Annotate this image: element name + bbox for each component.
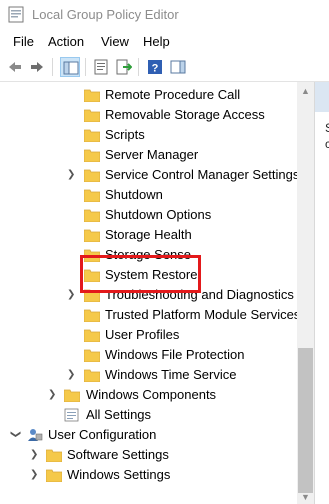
chevron-right-icon[interactable]: ❯ — [67, 289, 77, 301]
forward-button[interactable] — [27, 57, 47, 77]
show-hide-tree-icon — [63, 61, 79, 75]
help-icon: ? — [148, 60, 162, 75]
tree-item-label: Server Manager — [105, 147, 199, 162]
tree-item-label: Trusted Platform Module Services — [105, 307, 297, 322]
chevron-right-icon[interactable]: ❯ — [48, 389, 58, 401]
folder-icon — [84, 209, 100, 222]
chevron-down-icon[interactable]: ❯ — [9, 430, 21, 440]
tree-item-label: Software Settings — [67, 447, 169, 462]
tree-item-label: Windows Settings — [67, 467, 171, 482]
folder-icon — [84, 329, 100, 342]
folder-icon — [64, 389, 80, 402]
folder-icon — [84, 369, 100, 382]
user-configuration-icon — [28, 429, 43, 441]
tree-item-all-settings[interactable]: All Settings — [0, 405, 297, 425]
tree-item-storage-health[interactable]: Storage Health — [0, 225, 297, 245]
tree-item-windows-time-service[interactable]: ❯ Windows Time Service — [0, 365, 297, 385]
properties-icon — [94, 59, 108, 75]
menu-file[interactable]: File — [13, 34, 34, 49]
tree-item-software-settings[interactable]: ❯ Software Settings — [0, 445, 297, 465]
toolbar: ? — [0, 53, 329, 82]
title-bar: Local Group Policy Editor — [0, 0, 329, 30]
group-policy-app-icon — [8, 6, 24, 23]
show-hide-action-pane-icon — [170, 60, 186, 74]
folder-icon — [46, 469, 62, 482]
menu-action[interactable]: Action — [48, 34, 84, 49]
export-list-icon — [116, 59, 132, 75]
export-list-button[interactable] — [114, 57, 134, 77]
folder-icon — [46, 449, 62, 462]
tree-vertical-scrollbar[interactable]: ▲ ▼ — [297, 82, 314, 504]
scroll-down-icon[interactable]: ▼ — [300, 492, 311, 502]
tree-item-label: Service Control Manager Settings — [105, 167, 297, 182]
tree-item-trusted-platform-module-services[interactable]: Trusted Platform Module Services — [0, 305, 297, 325]
toolbar-separator — [85, 58, 86, 76]
tree-item-shutdown[interactable]: Shutdown — [0, 185, 297, 205]
scroll-thumb[interactable] — [298, 348, 313, 493]
tree-item-server-manager[interactable]: Server Manager — [0, 145, 297, 165]
details-pane-text: S c — [325, 120, 329, 152]
chevron-right-icon[interactable]: ❯ — [67, 369, 77, 381]
tree-item-scripts[interactable]: Scripts — [0, 125, 297, 145]
show-hide-tree-button[interactable] — [60, 57, 80, 77]
tree-item-label: Removable Storage Access — [105, 107, 265, 122]
tree-item-label: Scripts — [105, 127, 145, 142]
folder-icon — [84, 169, 100, 182]
tree-item-shutdown-options[interactable]: Shutdown Options — [0, 205, 297, 225]
tree-item-label: User Profiles — [105, 327, 180, 342]
tree-item-label: User Configuration — [48, 427, 157, 442]
folder-icon — [84, 309, 100, 322]
tree-item-windows-file-protection[interactable]: Windows File Protection — [0, 345, 297, 365]
tree-item-label: Windows File Protection — [105, 347, 245, 362]
details-pane: S c — [314, 82, 329, 504]
window-title: Local Group Policy Editor — [32, 7, 179, 22]
tree-item-windows-components[interactable]: ❯ Windows Components — [0, 385, 297, 405]
tree-item-service-control-manager-settings[interactable]: ❯ Service Control Manager Settings — [0, 165, 297, 185]
properties-button[interactable] — [91, 57, 111, 77]
toolbar-separator — [52, 58, 53, 76]
folder-icon — [84, 89, 100, 102]
menu-bar: File Action View Help — [0, 31, 329, 53]
tree-item-label: Shutdown — [105, 187, 163, 202]
show-hide-action-pane-button[interactable] — [168, 57, 188, 77]
tree-item-label: All Settings — [86, 407, 152, 422]
back-icon — [9, 62, 21, 72]
folder-icon — [84, 349, 100, 362]
folder-icon — [84, 149, 100, 162]
tree-item-windows-settings[interactable]: ❯ Windows Settings — [0, 465, 297, 485]
svg-text:?: ? — [152, 63, 159, 75]
tree-item-label: Storage Health — [105, 227, 192, 242]
toolbar-separator — [138, 58, 139, 76]
tree-item-remote-procedure-call[interactable]: Remote Procedure Call — [0, 85, 297, 105]
back-button[interactable] — [5, 57, 25, 77]
menu-view[interactable]: View — [101, 34, 129, 49]
details-text-fragment: c — [325, 137, 329, 151]
tree-item-user-configuration[interactable]: ❯ User Configuration — [0, 425, 297, 445]
scroll-up-icon[interactable]: ▲ — [300, 86, 311, 96]
tree-item-label: Windows Time Service — [105, 367, 237, 382]
menu-help[interactable]: Help — [143, 34, 170, 49]
details-pane-header — [315, 82, 329, 112]
tree-item-removable-storage-access[interactable]: Removable Storage Access — [0, 105, 297, 125]
help-button[interactable]: ? — [145, 57, 165, 77]
tree-item-user-profiles[interactable]: User Profiles — [0, 325, 297, 345]
tree-item-label: Remote Procedure Call — [105, 87, 241, 102]
folder-icon — [84, 189, 100, 202]
tree-item-label: Shutdown Options — [105, 207, 212, 222]
folder-icon — [84, 109, 100, 122]
all-settings-icon — [64, 408, 79, 422]
details-text-fragment: S — [325, 121, 329, 135]
forward-icon — [31, 62, 43, 72]
folder-icon — [84, 229, 100, 242]
chevron-right-icon[interactable]: ❯ — [67, 169, 77, 181]
highlight-annotation — [80, 255, 201, 293]
chevron-right-icon[interactable]: ❯ — [30, 449, 40, 461]
tree-item-label: Windows Components — [86, 387, 217, 402]
chevron-right-icon[interactable]: ❯ — [30, 469, 40, 481]
folder-icon — [84, 129, 100, 142]
